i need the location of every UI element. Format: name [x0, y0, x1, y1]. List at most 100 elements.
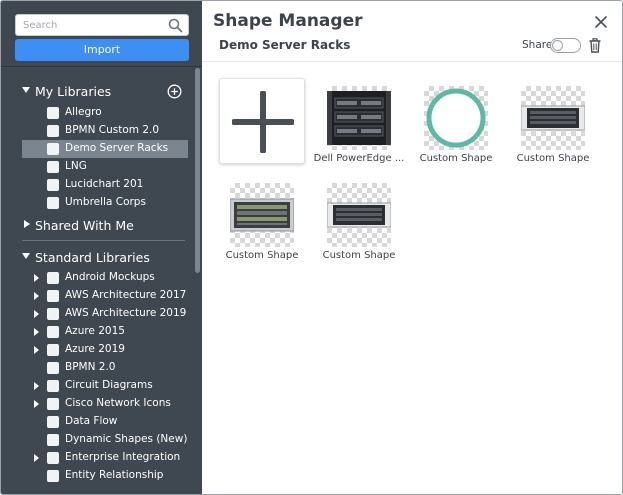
checkbox[interactable]	[47, 452, 59, 464]
library-item[interactable]: BPMN 2.0	[22, 359, 188, 377]
library-item[interactable]: Entity Relationship	[22, 467, 188, 485]
library-label: LNG	[65, 160, 87, 172]
library-label: Azure 2019	[65, 343, 125, 355]
library-item[interactable]: Data Flow	[22, 413, 188, 431]
shape-caption: Custom Shape	[516, 153, 590, 164]
server-unit-icon	[229, 198, 295, 232]
library-item[interactable]: LNG	[22, 158, 188, 176]
shape-thumbnail[interactable]	[424, 86, 488, 150]
expand-caret-icon[interactable]	[34, 454, 39, 462]
shape-thumbnail[interactable]	[520, 86, 586, 150]
checkbox[interactable]	[47, 470, 59, 482]
header-divider	[202, 61, 622, 62]
library-label: Dynamic Shapes (New)	[65, 433, 188, 445]
library-name: Demo Server Racks	[219, 38, 351, 52]
sidebar: Import My Libraries Allegro BPMN Custom …	[1, 1, 202, 494]
checkbox[interactable]	[47, 143, 59, 155]
toggle-knob	[552, 40, 563, 51]
caret-down-icon[interactable]	[22, 87, 30, 93]
expand-caret-icon[interactable]	[34, 382, 39, 390]
trash-icon[interactable]	[588, 38, 602, 53]
server-unit-icon	[520, 105, 586, 131]
library-item[interactable]: AWS Architecture 2017	[22, 287, 188, 305]
section-title: Standard Libraries	[35, 250, 150, 265]
shape-manager-window: Import My Libraries Allegro BPMN Custom …	[0, 0, 623, 495]
checkbox[interactable]	[47, 272, 59, 284]
library-label: Data Flow	[65, 415, 118, 427]
section-standard-libraries[interactable]: Standard Libraries	[1, 247, 196, 269]
library-item[interactable]: Dynamic Shapes (New)	[22, 431, 188, 449]
checkbox[interactable]	[47, 179, 59, 191]
library-label: Cisco Network Icons	[65, 397, 171, 409]
circle-outline-icon	[426, 88, 486, 148]
add-shape-button[interactable]	[219, 78, 305, 164]
library-item[interactable]: Umbrella Corps	[22, 194, 188, 212]
checkbox[interactable]	[47, 107, 59, 119]
section-my-libraries[interactable]: My Libraries	[1, 81, 196, 103]
library-item[interactable]: Lucidchart 201	[22, 176, 188, 194]
library-item[interactable]: BPMN Custom 2.0	[22, 122, 188, 140]
checkbox[interactable]	[47, 434, 59, 446]
expand-caret-icon[interactable]	[34, 310, 39, 318]
library-label: Allegro	[65, 106, 102, 118]
library-item[interactable]: Azure 2019	[22, 341, 188, 359]
shape-caption: Custom Shape	[419, 153, 493, 164]
expand-caret-icon[interactable]	[34, 400, 39, 408]
plus-icon	[232, 91, 294, 153]
share-label: Share	[522, 39, 553, 51]
search-icon[interactable]	[168, 18, 183, 33]
shape-caption: Dell PowerEdge ...	[313, 153, 405, 164]
section-divider	[22, 240, 185, 241]
library-label: Demo Server Racks	[65, 142, 169, 154]
library-label: Enterprise Integration	[65, 451, 181, 463]
library-item-selected[interactable]: Demo Server Racks	[22, 140, 188, 158]
expand-caret-icon[interactable]	[34, 292, 39, 300]
library-item[interactable]: Azure 2015	[22, 323, 188, 341]
checkbox[interactable]	[47, 398, 59, 410]
shape-thumbnail[interactable]	[326, 183, 392, 247]
main-panel: Shape Manager Demo Server Racks Share De…	[202, 1, 622, 494]
share-toggle[interactable]	[550, 38, 581, 53]
expand-caret-icon[interactable]	[34, 328, 39, 336]
caret-down-icon[interactable]	[22, 253, 30, 259]
section-shared-with-me[interactable]: Shared With Me	[1, 215, 196, 237]
shape-thumbnail[interactable]	[327, 86, 391, 150]
library-item[interactable]: Android Mockups	[22, 269, 188, 287]
checkbox[interactable]	[47, 197, 59, 209]
import-button[interactable]: Import	[15, 39, 189, 61]
checkbox[interactable]	[47, 362, 59, 374]
checkbox[interactable]	[47, 380, 59, 392]
search-box[interactable]	[15, 14, 189, 36]
library-label: BPMN Custom 2.0	[65, 124, 160, 136]
shape-caption: Custom Shape	[225, 250, 299, 261]
server-rack-icon	[327, 91, 391, 145]
sidebar-scrollbar[interactable]	[195, 68, 200, 273]
expand-caret-icon[interactable]	[34, 274, 39, 282]
library-label: Umbrella Corps	[65, 196, 146, 208]
shape-caption: Custom Shape	[322, 250, 396, 261]
checkbox[interactable]	[47, 326, 59, 338]
caret-right-icon[interactable]	[24, 220, 30, 228]
shape-thumbnail[interactable]	[229, 183, 295, 247]
checkbox[interactable]	[47, 161, 59, 173]
library-item[interactable]: Cisco Network Icons	[22, 395, 188, 413]
library-label: Azure 2015	[65, 325, 125, 337]
checkbox[interactable]	[47, 344, 59, 356]
library-item[interactable]: Allegro	[22, 104, 188, 122]
checkbox[interactable]	[47, 308, 59, 320]
library-label: AWS Architecture 2019	[65, 307, 187, 319]
add-library-icon[interactable]	[167, 84, 182, 99]
expand-caret-icon[interactable]	[34, 346, 39, 354]
section-title: My Libraries	[35, 84, 112, 99]
section-title: Shared With Me	[35, 218, 134, 233]
library-item[interactable]: Enterprise Integration	[22, 449, 188, 467]
server-unit-icon	[326, 202, 392, 228]
library-item[interactable]: Circuit Diagrams	[22, 377, 188, 395]
page-title: Shape Manager	[213, 11, 363, 31]
checkbox[interactable]	[47, 125, 59, 137]
search-input[interactable]	[23, 18, 163, 33]
checkbox[interactable]	[47, 290, 59, 302]
close-icon[interactable]	[594, 15, 608, 29]
library-item[interactable]: AWS Architecture 2019	[22, 305, 188, 323]
checkbox[interactable]	[47, 416, 59, 428]
